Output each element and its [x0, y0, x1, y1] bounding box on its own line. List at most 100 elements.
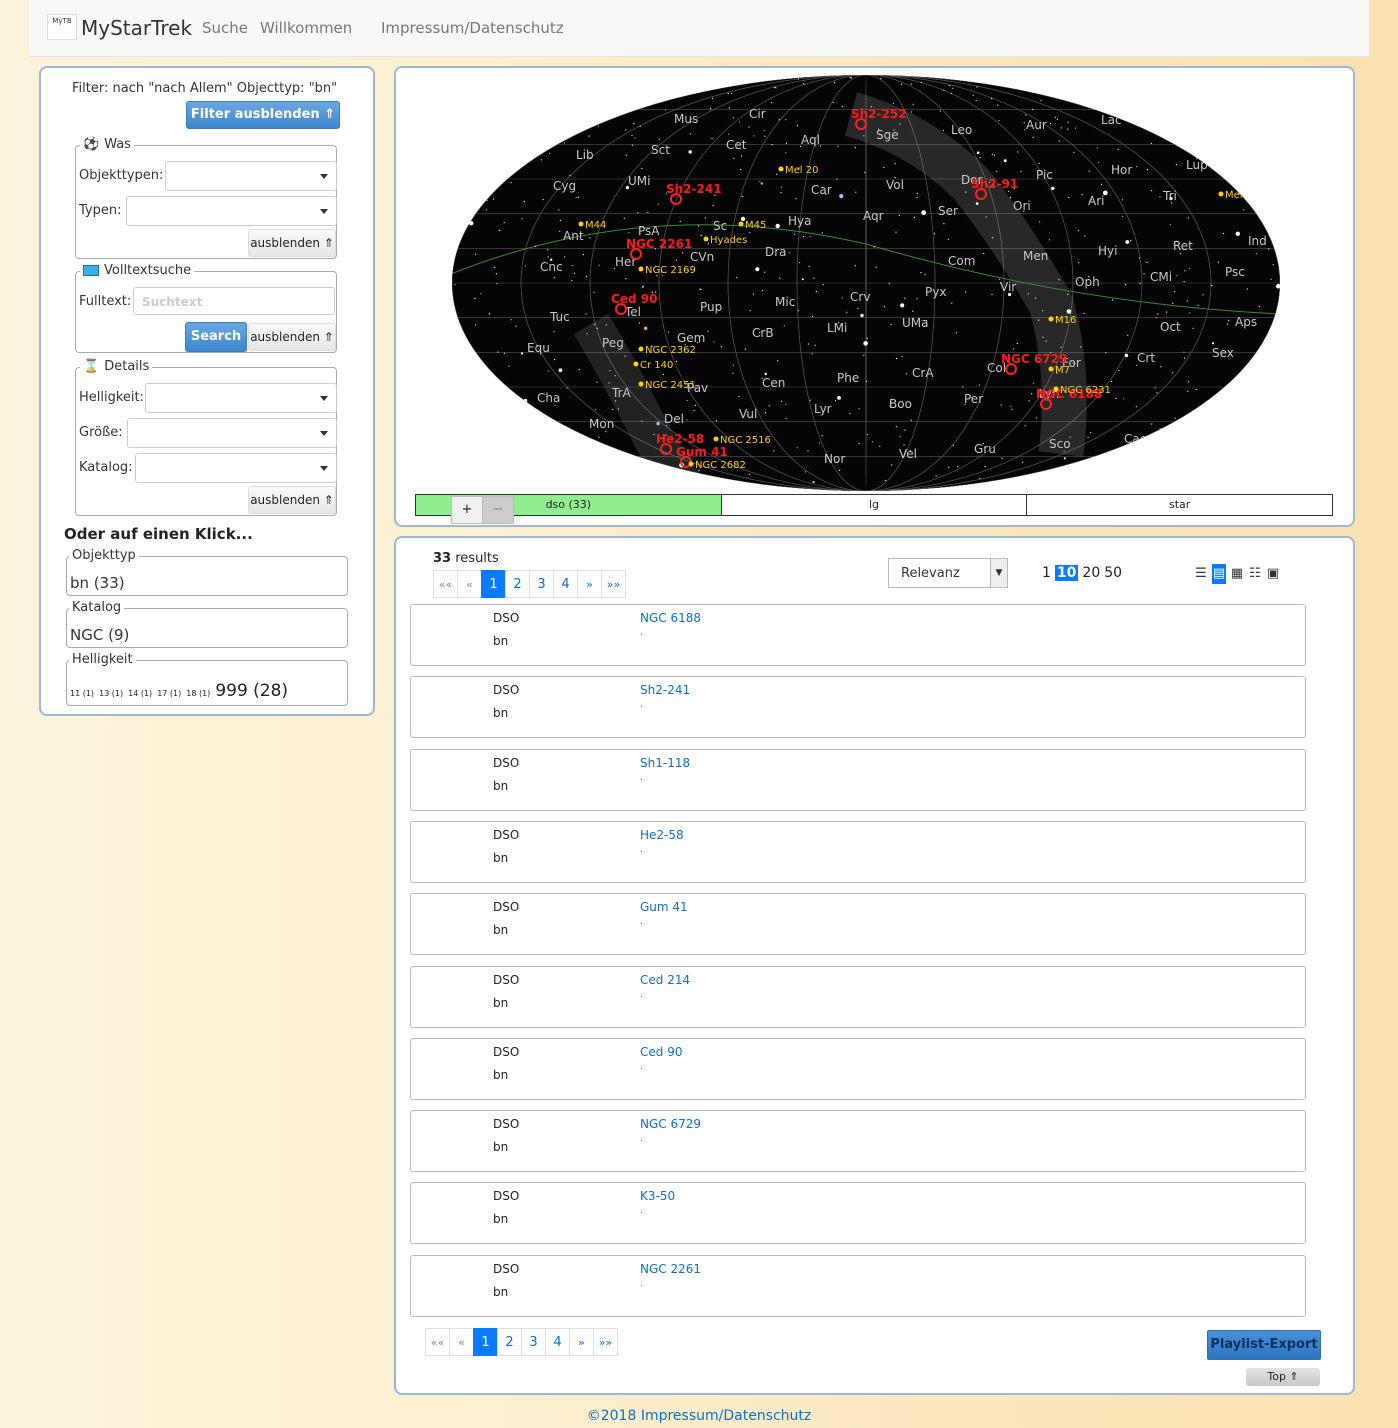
result-card[interactable]: DSO bn He2-58. — [410, 821, 1306, 883]
volltext-hide-button[interactable]: ausblenden ⇑ — [248, 323, 336, 351]
result-name-link[interactable]: Sh2-241 — [640, 683, 690, 697]
constellation-label: Tri — [1162, 189, 1177, 203]
fulltext-input[interactable]: Suchtext — [133, 287, 335, 315]
brand-name[interactable]: MyStarTrek — [81, 16, 192, 40]
result-type: DSO — [493, 1262, 520, 1276]
objekttyp-facet-value[interactable]: bn (33) — [70, 574, 125, 592]
helligkeit-value[interactable]: 14 (1) — [128, 689, 152, 698]
helligkeit-value[interactable]: 18 (1) — [186, 689, 210, 698]
pager-page[interactable]: 1 — [473, 1328, 498, 1356]
pager-page[interactable]: 2 — [505, 570, 530, 598]
constellation-label: Psc — [1225, 265, 1245, 279]
result-card[interactable]: DSO bn NGC 2261. — [410, 1255, 1306, 1317]
list-view-icon[interactable]: ☰ — [1194, 564, 1208, 584]
objekttypen-select[interactable] — [165, 161, 337, 191]
search-button[interactable]: Search — [185, 322, 247, 352]
object-label: M44 — [585, 220, 606, 231]
helligkeit-value[interactable]: 13 (1) — [99, 689, 123, 698]
result-card[interactable]: DSO bn Sh2-241. — [410, 676, 1306, 738]
pager-prev[interactable]: « — [449, 1328, 474, 1356]
typen-select[interactable] — [126, 196, 337, 226]
result-name-link[interactable]: Ced 90 — [640, 1045, 682, 1059]
katalog-select[interactable] — [135, 453, 337, 483]
footer-link[interactable]: ©2018 Impressum/Datenschutz — [0, 1408, 1398, 1424]
pager-prev[interactable]: « — [457, 570, 482, 598]
result-card[interactable]: DSO bn NGC 6188. — [410, 604, 1306, 666]
pager-last[interactable]: »» — [601, 570, 626, 598]
brand-logo[interactable]: MyTB — [47, 14, 77, 40]
per-page-option[interactable]: 1 — [1042, 565, 1051, 581]
zoom-in-button[interactable]: + — [451, 496, 483, 524]
constellation-label: Hor — [1111, 163, 1132, 177]
pager-page[interactable]: 1 — [481, 570, 506, 598]
result-description: . — [640, 1278, 644, 1289]
result-name-link[interactable]: NGC 2261 — [640, 1262, 701, 1276]
constellation-label: Gem — [677, 331, 705, 345]
result-card[interactable]: DSO bn Sh1-118. — [410, 749, 1306, 811]
helligkeit-value[interactable]: 11 (1) — [70, 689, 94, 698]
skymap-tabs: dso (33) lg star — [415, 494, 1333, 516]
result-card[interactable]: DSO bn Ced 90. — [410, 1038, 1306, 1100]
helligkeit-value-big[interactable]: 999 (28) — [215, 681, 288, 701]
sky-map[interactable]: CamUMiDraUMaLynCasCygCVnLMiPerLacAndHerC… — [451, 74, 1281, 492]
result-card[interactable]: DSO bn K3-50. — [410, 1182, 1306, 1244]
result-card[interactable]: DSO bn Ced 214. — [410, 966, 1306, 1028]
pager-page[interactable]: 4 — [553, 570, 578, 598]
result-name-link[interactable]: Sh1-118 — [640, 756, 690, 770]
groesse-select[interactable] — [127, 418, 337, 448]
katalog-facet-value[interactable]: NGC (9) — [70, 626, 129, 644]
pager-first[interactable]: «« — [433, 570, 458, 598]
result-name-link[interactable]: K3-50 — [640, 1189, 675, 1203]
details-hide-button[interactable]: ausblenden ⇑ — [248, 486, 336, 514]
result-type: DSO — [493, 900, 520, 914]
pager-next[interactable]: » — [577, 570, 602, 598]
result-name-link[interactable]: NGC 6729 — [640, 1117, 701, 1131]
helligkeit-select[interactable] — [145, 383, 337, 413]
constellation-label: Hyi — [1098, 244, 1117, 258]
tab-star[interactable]: star — [1027, 495, 1332, 515]
per-page-option[interactable]: 50 — [1104, 565, 1122, 581]
top-button[interactable]: Top ⇑ — [1246, 1368, 1320, 1386]
pager-page[interactable]: 2 — [497, 1328, 522, 1356]
constellation-label: Pic — [1036, 168, 1053, 182]
pager-page[interactable]: 4 — [545, 1328, 570, 1356]
nav-link-suche[interactable]: Suche — [202, 19, 248, 37]
object-label: Sh2-91 — [971, 177, 1018, 191]
object-label: Mel 111 — [1225, 190, 1265, 201]
tab-lg[interactable]: lg — [722, 495, 1028, 515]
result-name-link[interactable]: NGC 6188 — [640, 611, 701, 625]
monitor-icon — [83, 265, 99, 276]
zoom-out-button[interactable]: − — [482, 496, 514, 524]
result-card[interactable]: DSO bn Gum 41. — [410, 893, 1306, 955]
per-page-option-active[interactable]: 10 — [1054, 565, 1079, 581]
result-type: DSO — [493, 1045, 520, 1059]
pager-last[interactable]: »» — [593, 1328, 618, 1356]
result-name-link[interactable]: Gum 41 — [640, 900, 688, 914]
result-subtype: bn — [493, 1285, 509, 1299]
constellation-label: Vir — [1000, 280, 1016, 294]
result-description: . — [640, 699, 644, 710]
pager-page[interactable]: 3 — [529, 570, 554, 598]
result-name-link[interactable]: Ced 214 — [640, 973, 690, 987]
helligkeit-value[interactable]: 17 (1) — [157, 689, 181, 698]
tiles-view-icon[interactable]: ☷ — [1248, 564, 1262, 584]
constellation-label: Lup — [1186, 158, 1208, 172]
grid-view-icon[interactable]: ▦ — [1230, 564, 1244, 584]
was-hide-button[interactable]: ausblenden ⇑ — [248, 229, 336, 257]
detail-list-view-icon[interactable]: ▤ — [1212, 564, 1226, 584]
result-name-link[interactable]: He2-58 — [640, 828, 684, 842]
nav-link-willkommen[interactable]: Willkommen — [260, 19, 352, 37]
pager-next[interactable]: » — [569, 1328, 594, 1356]
sort-select[interactable]: Relevanz ▼ — [888, 558, 1008, 588]
pager-page[interactable]: 3 — [521, 1328, 546, 1356]
single-view-icon[interactable]: ▣ — [1266, 564, 1280, 584]
pager-first[interactable]: «« — [425, 1328, 450, 1356]
filter-panel: Filter: nach "nach Allem" Objecttyp: "bn… — [39, 66, 375, 716]
result-card[interactable]: DSO bn NGC 6729. — [410, 1110, 1306, 1172]
playlist-export-button[interactable]: Playlist-Export — [1207, 1330, 1321, 1360]
constellation-label: CMi — [1150, 270, 1172, 284]
typen-label: Typen: — [79, 203, 122, 218]
filter-hide-button[interactable]: Filter ausblenden ⇑ — [186, 101, 340, 129]
nav-link-impressum[interactable]: Impressum/Datenschutz — [381, 19, 564, 37]
per-page-option[interactable]: 20 — [1082, 565, 1100, 581]
